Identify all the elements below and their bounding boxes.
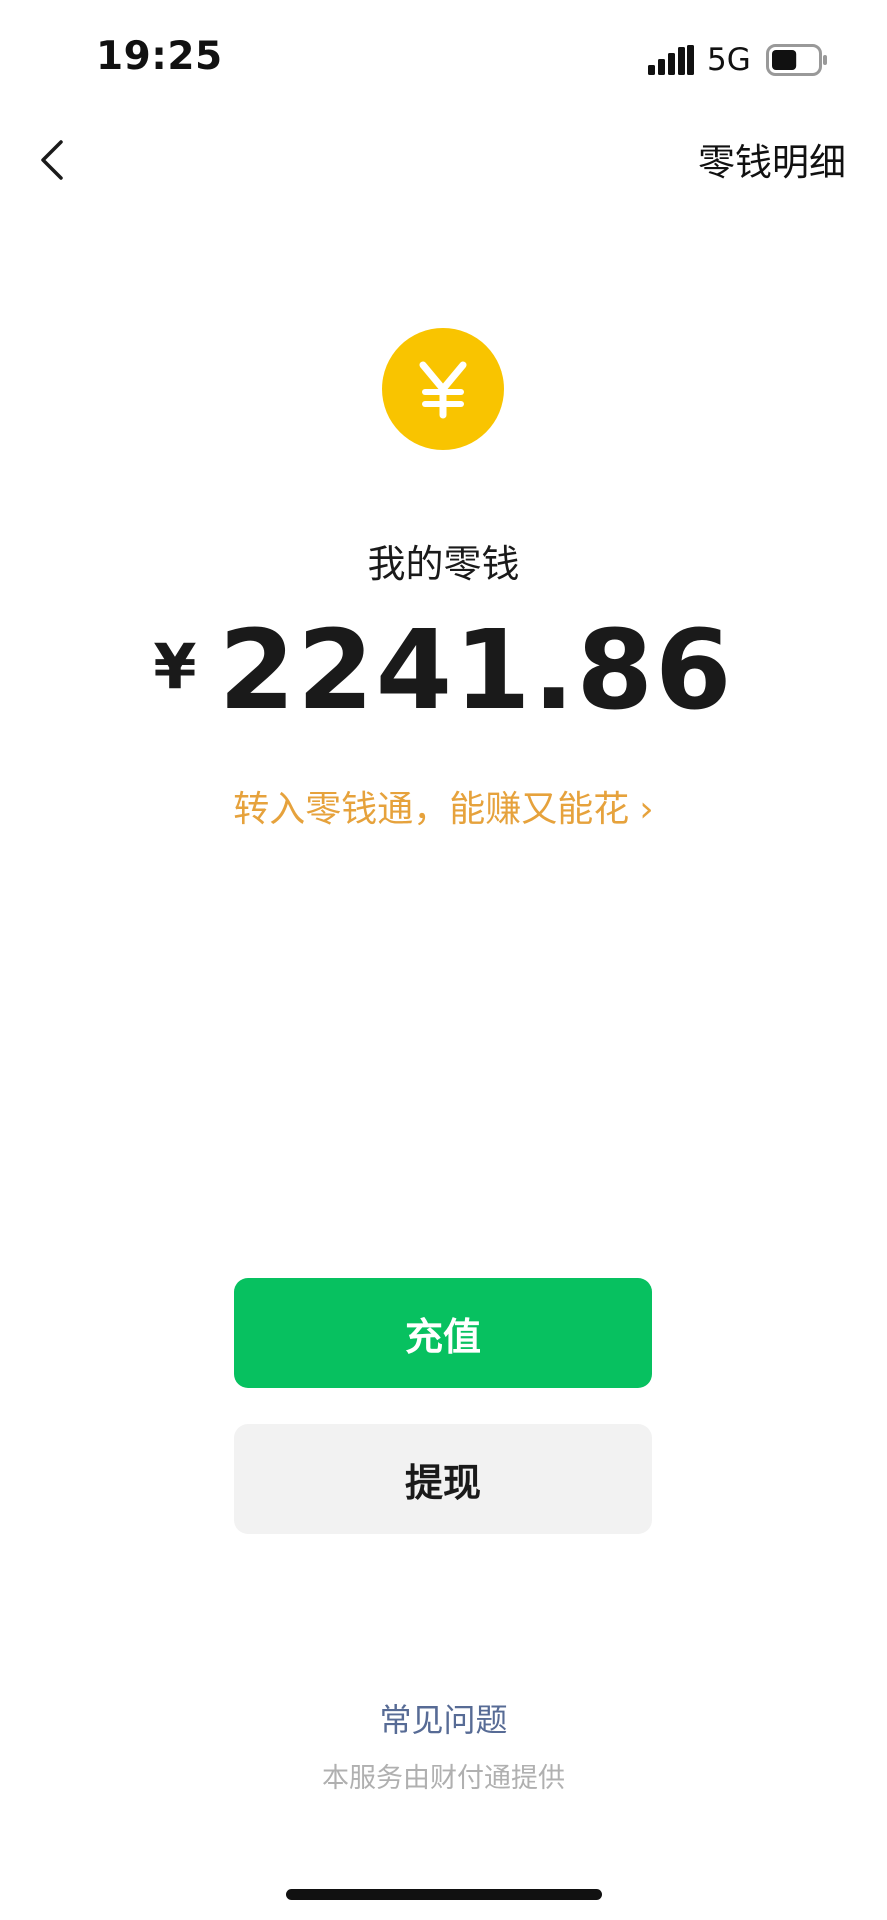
wallet-title: 我的零钱 <box>367 542 520 586</box>
currency-symbol: ¥ <box>153 630 197 703</box>
home-indicator[interactable] <box>286 1889 602 1900</box>
signal-strength-icon <box>648 45 694 75</box>
network-type: 5G <box>707 42 751 78</box>
back-button[interactable] <box>22 130 82 190</box>
yen-glyph-icon <box>419 361 467 419</box>
status-bar: 19:25 5G <box>0 0 887 120</box>
balance-amount: 2241.86 <box>218 606 734 734</box>
provider-note: 本服务由财付通提供 <box>322 1763 565 1794</box>
battery-icon <box>766 44 827 76</box>
promo-text: 转入零钱通，能赚又能花 <box>233 789 630 830</box>
balance-display: ¥ 2241.86 <box>0 610 887 731</box>
faq-link[interactable]: 常见问题 <box>0 1695 887 1741</box>
chevron-right-icon: › <box>639 789 654 830</box>
yen-coin-icon <box>382 328 504 450</box>
withdraw-button[interactable]: 提现 <box>234 1424 652 1534</box>
chevron-left-icon <box>41 140 63 180</box>
status-time: 19:25 <box>96 34 223 79</box>
top-up-button[interactable]: 充值 <box>234 1278 652 1388</box>
lingqiantong-promo-link[interactable]: 转入零钱通，能赚又能花 › <box>0 780 887 832</box>
nav-bar: 零钱明细 <box>0 120 887 200</box>
change-details-link[interactable]: 零钱明细 <box>698 132 846 186</box>
